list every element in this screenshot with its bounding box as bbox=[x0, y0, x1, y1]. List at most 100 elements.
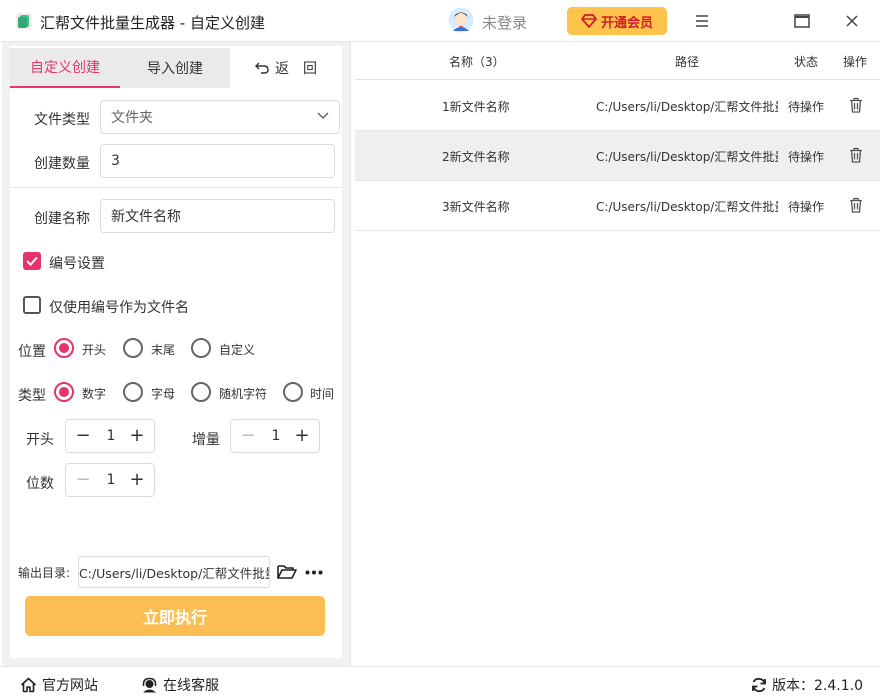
position-radio-end[interactable] bbox=[123, 338, 143, 358]
title-bar: 汇帮文件批量生成器 - 自定义创建 未登录 开通会员 bbox=[0, 0, 880, 42]
type-label: 类型 bbox=[18, 388, 46, 404]
support-link-label: 在线客服 bbox=[163, 678, 219, 694]
trash-icon[interactable] bbox=[849, 97, 863, 113]
website-link-label: 官方网站 bbox=[42, 678, 98, 694]
type-option-letter[interactable]: 字母 bbox=[151, 385, 175, 402]
use-number-only-label: 仅使用编号作为文件名 bbox=[49, 300, 189, 316]
menu-icon bbox=[696, 15, 708, 27]
divider bbox=[10, 187, 342, 188]
increment-increment-button[interactable]: + bbox=[293, 427, 311, 445]
back-arrow-icon bbox=[255, 62, 269, 74]
increment-stepper: − 1 + bbox=[230, 419, 320, 453]
digits-value[interactable]: 1 bbox=[96, 472, 126, 488]
start-increment-button[interactable]: + bbox=[128, 427, 146, 445]
row-status: 待操作 bbox=[788, 200, 825, 214]
table-row[interactable]: 1新文件名称 C:/Users/li/Desktop/汇帮文件批量生成器 待操作 bbox=[355, 81, 880, 131]
count-input[interactable]: 3 bbox=[100, 144, 335, 178]
row-path: C:/Users/li/Desktop/汇帮文件批量生成器 bbox=[596, 200, 778, 214]
header-name: 名称（3） bbox=[449, 55, 505, 69]
settings-panel: 自定义创建 导入创建 返 回 文件类型 文件夹 创建数量 3 创建名称 新文件名… bbox=[2, 42, 350, 666]
trash-icon[interactable] bbox=[849, 197, 863, 213]
row-name: 2新文件名称 bbox=[442, 150, 510, 164]
type-radio-random[interactable] bbox=[191, 382, 211, 402]
maximize-button[interactable] bbox=[789, 8, 815, 34]
row-status: 待操作 bbox=[788, 150, 825, 164]
execute-button[interactable]: 立即执行 bbox=[25, 596, 325, 636]
vip-button-label: 开通会员 bbox=[600, 15, 653, 31]
chevron-down-icon bbox=[317, 112, 329, 120]
name-input[interactable]: 新文件名称 bbox=[100, 199, 335, 233]
support-link[interactable]: 在线客服 bbox=[141, 675, 219, 695]
header-status: 状态 bbox=[794, 55, 819, 69]
use-number-only-checkbox[interactable] bbox=[23, 296, 41, 314]
table-header: 名称（3） 路径 状态 操作 bbox=[355, 42, 880, 80]
position-option-custom[interactable]: 自定义 bbox=[219, 341, 255, 358]
diamond-icon bbox=[581, 14, 597, 28]
digits-decrement-button[interactable]: − bbox=[74, 471, 92, 489]
table-row[interactable]: 3新文件名称 C:/Users/li/Desktop/汇帮文件批量生成器 待操作 bbox=[355, 181, 880, 231]
increment-label: 增量 bbox=[192, 432, 220, 448]
home-icon bbox=[20, 677, 37, 693]
name-label: 创建名称 bbox=[34, 211, 90, 227]
count-label: 创建数量 bbox=[34, 156, 90, 172]
type-radio-number[interactable] bbox=[54, 382, 74, 402]
type-radio-time[interactable] bbox=[283, 382, 303, 402]
settings-card: 自定义创建 导入创建 返 回 文件类型 文件夹 创建数量 3 创建名称 新文件名… bbox=[10, 46, 342, 658]
login-status[interactable]: 未登录 bbox=[482, 12, 527, 33]
maximize-icon bbox=[794, 14, 810, 28]
start-stepper: − 1 + bbox=[65, 419, 155, 453]
vip-button[interactable]: 开通会员 bbox=[567, 7, 667, 35]
back-button[interactable]: 返 回 bbox=[230, 48, 342, 88]
tab-custom-create[interactable]: 自定义创建 bbox=[10, 48, 120, 88]
website-link[interactable]: 官方网站 bbox=[20, 675, 98, 695]
type-option-random[interactable]: 随机字符 bbox=[219, 385, 267, 402]
trash-icon[interactable] bbox=[849, 147, 863, 163]
position-option-start[interactable]: 开头 bbox=[82, 341, 106, 358]
file-type-label: 文件类型 bbox=[34, 112, 90, 128]
position-radio-start[interactable] bbox=[54, 338, 74, 358]
row-name: 1新文件名称 bbox=[442, 100, 510, 114]
row-name: 3新文件名称 bbox=[442, 200, 510, 214]
position-option-end[interactable]: 末尾 bbox=[151, 341, 175, 358]
output-dir-input[interactable]: C:/Users/li/Desktop/汇帮文件批量生成器 bbox=[78, 556, 270, 588]
status-bar: 官方网站 在线客服 版本：2.4.1.0 bbox=[0, 666, 880, 700]
type-option-time[interactable]: 时间 bbox=[310, 385, 334, 402]
output-dir-label: 输出目录: bbox=[18, 566, 71, 580]
row-path: C:/Users/li/Desktop/汇帮文件批量生成器 bbox=[596, 150, 778, 164]
output-dir-value: C:/Users/li/Desktop/汇帮文件批量生成器 bbox=[79, 565, 269, 581]
type-option-number[interactable]: 数字 bbox=[82, 385, 106, 402]
type-radio-letter[interactable] bbox=[123, 382, 143, 402]
position-radio-custom[interactable] bbox=[191, 338, 211, 358]
file-type-select[interactable]: 文件夹 bbox=[100, 100, 340, 134]
increment-value[interactable]: 1 bbox=[261, 428, 291, 444]
start-label: 开头 bbox=[26, 432, 54, 448]
refresh-icon bbox=[752, 677, 766, 693]
version-label: 版本：2.4.1.0 bbox=[772, 678, 863, 694]
digits-increment-button[interactable]: + bbox=[128, 471, 146, 489]
row-status: 待操作 bbox=[788, 100, 825, 114]
folder-open-icon[interactable] bbox=[277, 564, 297, 580]
avatar-icon[interactable] bbox=[448, 7, 474, 33]
app-icon bbox=[16, 13, 32, 29]
position-label: 位置 bbox=[18, 344, 46, 360]
numbering-checkbox[interactable] bbox=[23, 252, 41, 270]
menu-button[interactable] bbox=[689, 8, 715, 34]
header-path: 路径 bbox=[675, 55, 700, 69]
start-decrement-button[interactable]: − bbox=[74, 427, 92, 445]
digits-stepper: − 1 + bbox=[65, 463, 155, 497]
file-table: 名称（3） 路径 状态 操作 1新文件名称 C:/Users/li/Deskto… bbox=[350, 42, 880, 666]
increment-decrement-button[interactable]: − bbox=[239, 427, 257, 445]
numbering-label: 编号设置 bbox=[49, 256, 105, 272]
tab-import-create[interactable]: 导入创建 bbox=[120, 48, 230, 88]
headset-icon bbox=[142, 677, 157, 693]
close-icon bbox=[846, 15, 858, 27]
row-path: C:/Users/li/Desktop/汇帮文件批量生成器 bbox=[596, 100, 778, 114]
table-row[interactable]: 2新文件名称 C:/Users/li/Desktop/汇帮文件批量生成器 待操作 bbox=[355, 131, 880, 181]
version-info[interactable]: 版本：2.4.1.0 bbox=[751, 675, 863, 695]
digits-label: 位数 bbox=[26, 476, 54, 492]
checkbox-checked-icon bbox=[26, 256, 38, 266]
start-value[interactable]: 1 bbox=[96, 428, 126, 444]
header-action: 操作 bbox=[843, 55, 868, 69]
more-icon[interactable] bbox=[305, 570, 323, 575]
close-button[interactable] bbox=[839, 8, 865, 34]
